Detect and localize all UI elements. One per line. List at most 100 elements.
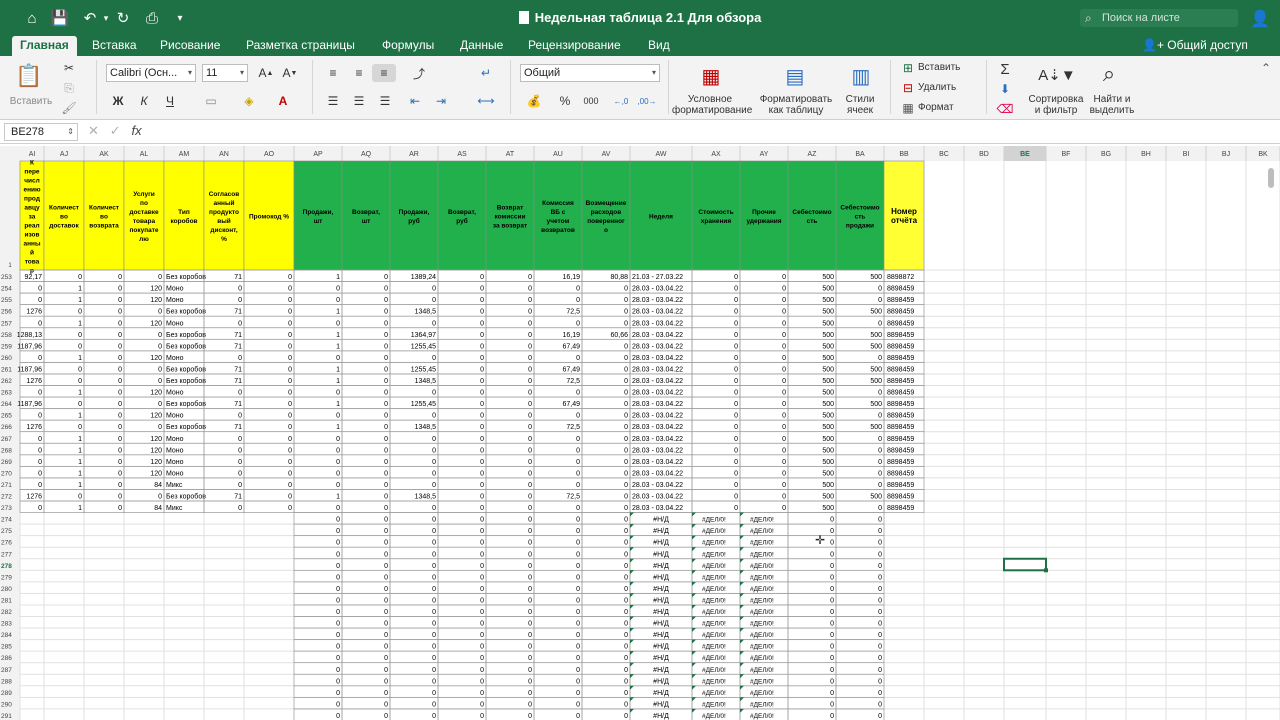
align-top-icon[interactable]: ≡: [322, 64, 344, 82]
format-as-table-icon[interactable]: ▤: [780, 62, 810, 90]
copy-icon[interactable]: ⎘: [60, 80, 78, 96]
cell-border: [691, 442, 741, 456]
align-right-icon[interactable]: ☰: [374, 92, 396, 110]
sheet-search-input[interactable]: ⌕ Поиск на листе: [1080, 9, 1238, 27]
wrap-text-icon[interactable]: ↵: [472, 64, 500, 82]
cell-value: 0: [288, 309, 292, 316]
cell-value: 0: [38, 390, 42, 397]
find-select-icon[interactable]: ⌕: [1094, 60, 1124, 88]
bold-icon[interactable]: Ж: [108, 92, 128, 110]
tab-5[interactable]: Данные: [452, 36, 511, 56]
tab-6[interactable]: Рецензирование: [520, 36, 629, 56]
header-text: лю: [139, 236, 149, 243]
name-box[interactable]: BE278 ⇕: [4, 123, 78, 141]
error-flag-icon: [630, 581, 634, 586]
cell-value: 0: [78, 424, 82, 431]
cell-border: [533, 593, 583, 606]
conditional-formatting-button[interactable]: Условное форматирование: [672, 94, 752, 116]
paste-icon[interactable]: 📋: [14, 62, 44, 90]
user-icon[interactable]: 👤: [1250, 9, 1270, 29]
search-icon: ⌕: [1085, 11, 1092, 25]
merge-cells-icon[interactable]: ⟷: [472, 92, 500, 110]
format-painter-icon[interactable]: 🖌: [60, 100, 78, 116]
thousands-separator-icon[interactable]: 000: [580, 92, 602, 110]
cell-border: [243, 477, 295, 490]
find-select-button[interactable]: Найти и выделить: [1086, 94, 1138, 116]
align-center-icon[interactable]: ☰: [348, 92, 370, 110]
percent-icon[interactable]: %: [556, 92, 574, 110]
cell-value: 0: [158, 494, 162, 501]
selected-cell[interactable]: [1003, 557, 1047, 572]
increase-decimal-icon[interactable]: ←,0: [610, 92, 632, 110]
sort-filter-button[interactable]: Сортировка и фильтр: [1026, 94, 1086, 116]
cell-value: 0: [782, 436, 786, 443]
decrease-indent-icon[interactable]: ⇤: [404, 92, 426, 110]
format-cells-icon[interactable]: ▦: [900, 100, 916, 116]
sort-filter-icon[interactable]: A⇣▼: [1038, 62, 1075, 88]
tab-4[interactable]: Формулы: [374, 36, 442, 56]
header-text: Возврат,: [448, 209, 476, 216]
worksheet-grid[interactable]: AI AJ AK AL AM AN AO AP AQ AR AS AT AU AV AW AX AY AZ BA BB…: [0, 146, 1280, 720]
vertical-scrollbar-thumb[interactable]: [1268, 168, 1274, 188]
increase-indent-icon[interactable]: ⇥: [430, 92, 452, 110]
tab-0[interactable]: Главная: [12, 36, 77, 56]
cell-border: [581, 408, 631, 421]
currency-icon[interactable]: 💰: [520, 92, 548, 110]
enter-icon[interactable]: ✓: [110, 123, 121, 138]
cell-border: [437, 327, 487, 340]
cell-styles-button[interactable]: Стили ячеек: [838, 94, 882, 116]
cell-value: 0: [528, 355, 532, 362]
format-cells-button[interactable]: Формат: [918, 102, 954, 113]
collapse-ribbon-icon[interactable]: ⌃: [1258, 60, 1274, 76]
cell-value: 0: [238, 355, 242, 362]
font-color-icon[interactable]: A: [270, 92, 296, 110]
cell-text: Без коробов: [166, 493, 206, 501]
decrease-font-icon[interactable]: A ▼: [280, 64, 300, 82]
fill-handle[interactable]: [1044, 568, 1048, 573]
decrease-decimal-icon[interactable]: ,00→: [636, 92, 658, 110]
font-name-select[interactable]: Calibri (Осн... ▾: [106, 64, 196, 82]
increase-font-icon[interactable]: A ▲: [256, 64, 276, 82]
cell-styles-icon[interactable]: ▥: [846, 62, 876, 90]
delete-cells-button[interactable]: Удалить: [918, 82, 956, 93]
insert-cells-button[interactable]: Вставить: [918, 62, 960, 73]
cell-zero: 0: [528, 667, 532, 674]
cell-zero: 0: [624, 655, 628, 662]
clear-icon[interactable]: ⌫: [996, 100, 1014, 118]
cell-zero: 0: [624, 551, 628, 558]
header-text: Промокод %: [249, 214, 289, 221]
cancel-icon[interactable]: ✕: [88, 123, 99, 138]
cut-icon[interactable]: ✂: [60, 60, 78, 76]
cell-value: 0: [38, 447, 42, 454]
align-middle-icon[interactable]: ≡: [348, 64, 370, 82]
cell-zero: 0: [624, 528, 628, 535]
fill-color-icon[interactable]: ◈: [236, 92, 262, 110]
fx-icon[interactable]: fx: [132, 123, 142, 138]
autosum-icon[interactable]: Σ: [996, 60, 1014, 78]
worksheet-svg[interactable]: AI AJ AK AL AM AN AO AP AQ AR AS AT AU AV AW AX AY AZ BA BB…: [0, 146, 1280, 720]
tab-2[interactable]: Рисование: [152, 36, 228, 56]
conditional-formatting-icon[interactable]: ▦: [696, 62, 726, 90]
fill-icon[interactable]: ⬇: [996, 80, 1014, 98]
share-button[interactable]: 👤+ Общий доступ: [1142, 36, 1248, 56]
number-format-select[interactable]: Общий ▾: [520, 64, 660, 82]
formula-input[interactable]: [168, 123, 1268, 141]
cell-value: 92,17: [24, 274, 42, 281]
italic-icon[interactable]: К: [134, 92, 154, 110]
paste-button-label[interactable]: Вставить: [6, 96, 56, 107]
font-size-select[interactable]: 11 ▾: [202, 64, 248, 82]
delete-cells-icon[interactable]: ⊟: [900, 80, 916, 96]
cell-text: Моно: [166, 470, 184, 477]
insert-cells-icon[interactable]: ⊞: [900, 60, 916, 76]
cell-zero: 0: [432, 609, 436, 616]
tab-3[interactable]: Разметка страницы: [238, 36, 363, 56]
borders-icon[interactable]: ▭: [198, 92, 224, 110]
format-as-table-button[interactable]: Форматировать как таблицу: [756, 94, 836, 116]
tab-7[interactable]: Вид: [640, 36, 678, 56]
align-left-icon[interactable]: ☰: [322, 92, 344, 110]
row-number-258: 258: [1, 332, 12, 339]
tab-1[interactable]: Вставка: [84, 36, 145, 56]
align-bottom-icon[interactable]: ≡: [372, 64, 396, 82]
orientation-icon[interactable]: ⤴: [406, 64, 432, 82]
underline-icon[interactable]: Ч: [160, 92, 180, 110]
